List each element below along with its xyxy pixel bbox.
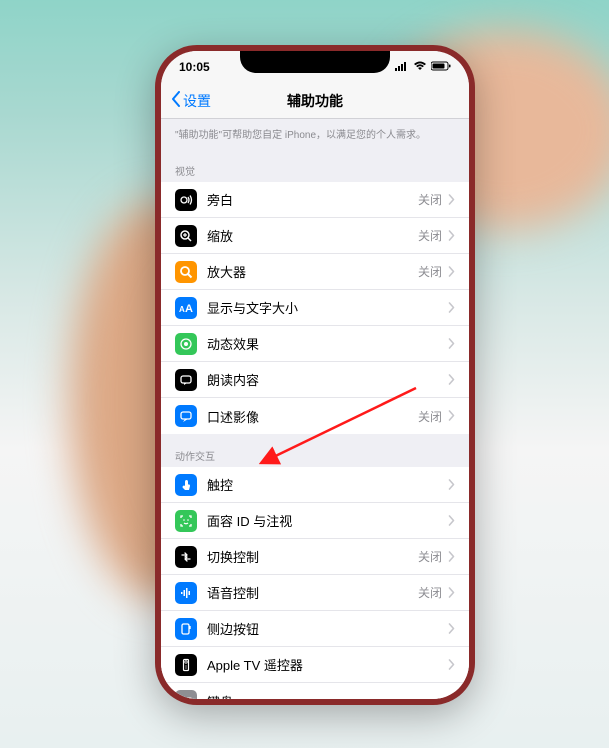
settings-row-zoom[interactable]: 缩放关闭 bbox=[161, 218, 469, 254]
battery-icon bbox=[431, 60, 451, 74]
chevron-right-icon bbox=[448, 228, 455, 244]
row-status: 关闭 bbox=[418, 548, 442, 565]
row-label: 旁白 bbox=[207, 190, 418, 209]
motion-icon bbox=[175, 333, 197, 355]
row-label: 面容 ID 与注视 bbox=[207, 511, 448, 530]
row-label: 键盘 bbox=[207, 692, 448, 700]
voiceover-icon bbox=[175, 189, 197, 211]
row-status: 关闭 bbox=[418, 227, 442, 244]
touch-icon bbox=[175, 474, 197, 496]
chevron-right-icon bbox=[448, 192, 455, 208]
section-visual: 旁白关闭缩放关闭放大器关闭AA显示与文字大小动态效果朗读内容口述影像关闭 bbox=[161, 182, 469, 434]
switch-icon bbox=[175, 546, 197, 568]
row-label: 显示与文字大小 bbox=[207, 298, 448, 317]
row-label: 切换控制 bbox=[207, 547, 418, 566]
settings-row-magnifier[interactable]: 放大器关闭 bbox=[161, 254, 469, 290]
settings-row-motion[interactable]: 动态效果 bbox=[161, 326, 469, 362]
row-label: Apple TV 遥控器 bbox=[207, 655, 448, 674]
wifi-icon bbox=[413, 60, 427, 74]
phone-screen: 10:05 设置 辅助功能 bbox=[161, 51, 469, 699]
row-label: 朗读内容 bbox=[207, 370, 448, 389]
row-status: 关闭 bbox=[418, 191, 442, 208]
row-label: 触控 bbox=[207, 475, 448, 494]
voice-icon bbox=[175, 582, 197, 604]
row-status: 关闭 bbox=[418, 584, 442, 601]
row-label: 缩放 bbox=[207, 226, 418, 245]
settings-row-audio-desc[interactable]: 口述影像关闭 bbox=[161, 398, 469, 434]
chevron-right-icon bbox=[448, 549, 455, 565]
remote-icon bbox=[175, 654, 197, 676]
magnifier-icon bbox=[175, 261, 197, 283]
zoom-icon bbox=[175, 225, 197, 247]
settings-row-text[interactable]: AA 显示与文字大小 bbox=[161, 290, 469, 326]
side-btn-icon bbox=[175, 618, 197, 640]
chevron-right-icon bbox=[448, 372, 455, 388]
speech-icon bbox=[175, 369, 197, 391]
row-status: 关闭 bbox=[418, 263, 442, 280]
page-title: 辅助功能 bbox=[287, 91, 343, 111]
chevron-right-icon bbox=[448, 264, 455, 280]
text-icon: AA bbox=[175, 297, 197, 319]
settings-row-side-btn[interactable]: 侧边按钮 bbox=[161, 611, 469, 647]
status-time: 10:05 bbox=[179, 60, 210, 74]
page-descriptor: "辅助功能"可帮助您自定 iPhone，以满足您的个人需求。 bbox=[161, 119, 469, 149]
chevron-right-icon bbox=[448, 477, 455, 493]
chevron-right-icon bbox=[448, 513, 455, 529]
row-label: 放大器 bbox=[207, 262, 418, 281]
settings-row-remote[interactable]: Apple TV 遥控器 bbox=[161, 647, 469, 683]
phone-notch bbox=[240, 51, 390, 73]
chevron-left-icon bbox=[171, 91, 181, 110]
settings-row-touch[interactable]: 触控 bbox=[161, 467, 469, 503]
row-label: 口述影像 bbox=[207, 407, 418, 426]
content-scroll[interactable]: "辅助功能"可帮助您自定 iPhone，以满足您的个人需求。 视觉 旁白关闭缩放… bbox=[161, 119, 469, 699]
section-header-visual: 视觉 bbox=[161, 149, 469, 182]
settings-row-switch[interactable]: 切换控制关闭 bbox=[161, 539, 469, 575]
settings-row-keyboard[interactable]: 键盘 bbox=[161, 683, 469, 699]
row-label: 侧边按钮 bbox=[207, 619, 448, 638]
signal-icon bbox=[395, 60, 409, 74]
settings-row-faceid[interactable]: 面容 ID 与注视 bbox=[161, 503, 469, 539]
chevron-right-icon bbox=[448, 300, 455, 316]
chevron-right-icon bbox=[448, 657, 455, 673]
row-status: 关闭 bbox=[418, 408, 442, 425]
section-header-interaction: 动作交互 bbox=[161, 434, 469, 467]
row-label: 动态效果 bbox=[207, 334, 448, 353]
chevron-right-icon bbox=[448, 693, 455, 699]
nav-bar: 设置 辅助功能 bbox=[161, 83, 469, 119]
back-label: 设置 bbox=[183, 91, 211, 111]
faceid-icon bbox=[175, 510, 197, 532]
phone-frame: 10:05 设置 辅助功能 bbox=[155, 45, 475, 705]
row-label: 语音控制 bbox=[207, 583, 418, 602]
svg-text:A: A bbox=[185, 303, 193, 314]
settings-row-speech[interactable]: 朗读内容 bbox=[161, 362, 469, 398]
chevron-right-icon bbox=[448, 585, 455, 601]
back-button[interactable]: 设置 bbox=[171, 91, 211, 111]
section-interaction: 触控面容 ID 与注视切换控制关闭语音控制关闭侧边按钮Apple TV 遥控器键… bbox=[161, 467, 469, 699]
chevron-right-icon bbox=[448, 408, 455, 424]
audio-desc-icon bbox=[175, 405, 197, 427]
keyboard-icon bbox=[175, 690, 197, 699]
chevron-right-icon bbox=[448, 621, 455, 637]
settings-row-voiceover[interactable]: 旁白关闭 bbox=[161, 182, 469, 218]
chevron-right-icon bbox=[448, 336, 455, 352]
settings-row-voice[interactable]: 语音控制关闭 bbox=[161, 575, 469, 611]
